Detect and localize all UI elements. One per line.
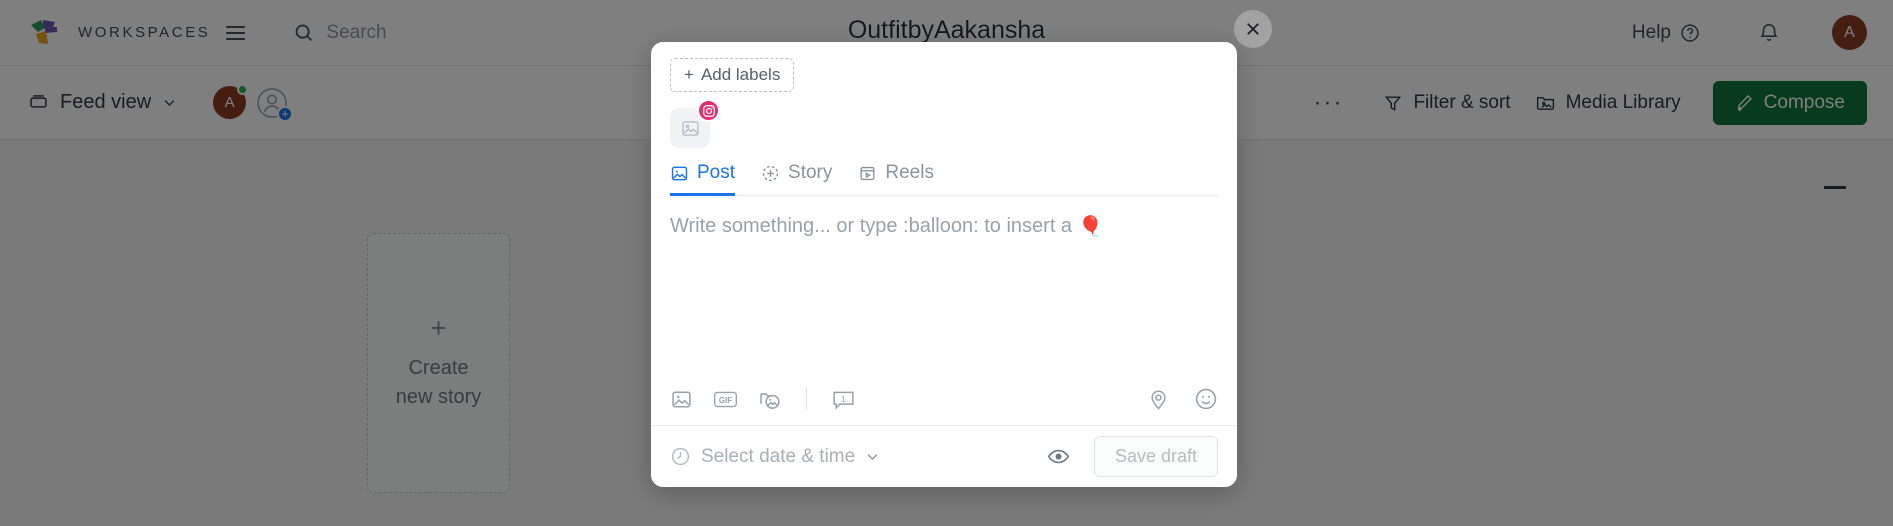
add-labels-label: Add labels [700,65,781,84]
close-icon [1247,23,1259,35]
insert-emoji-button[interactable] [1194,387,1218,411]
composer-placeholder-text: Write something... or type :balloon: to … [670,215,1073,237]
schedule-date-time-selector[interactable]: Select date & time [670,446,880,468]
post-image-icon [671,166,688,180]
svg-text:GIF: GIF [719,396,732,405]
composer-placeholder-row: Write something... or type :balloon: to … [670,214,1218,239]
insert-from-media-library-button[interactable] [758,388,782,411]
gif-icon: GIF [714,391,737,407]
reels-icon [860,166,875,180]
composer-modal: + Add labels Post Story Reels Write some… [651,42,1237,487]
note-badge-icon: 1 [833,391,854,410]
tab-story-label: Story [788,162,833,183]
add-location-button[interactable] [1147,388,1170,411]
emoji-smiley-icon [1195,388,1217,410]
composer-tabs: Post Story Reels [670,162,1218,196]
close-modal-button[interactable] [1234,10,1272,48]
modal-profile-title: OutfitbyAakansha [847,16,1046,44]
clock-icon [671,447,690,466]
preview-button[interactable] [1047,445,1070,468]
tab-post[interactable]: Post [670,162,736,196]
media-library-icon [760,392,780,409]
selected-profile-chip[interactable] [670,99,720,148]
location-pin-icon [1151,390,1166,410]
app-root: WORKSPACES Search Help [0,0,1893,526]
image-placeholder-icon [681,120,699,136]
add-labels-plus-icon: + [684,65,694,84]
selected-profiles-row [670,99,1237,148]
balloon-emoji: 🎈 [1078,216,1103,238]
tab-reels[interactable]: Reels [858,162,934,196]
tab-story[interactable]: Story [761,162,832,196]
instagram-icon [702,104,715,117]
instagram-badge [697,99,720,122]
tab-post-label: Post [697,162,736,183]
insert-gif-button[interactable]: GIF [713,388,738,411]
composer-footer-actions: Save draft [1047,436,1218,477]
note-count-text: 1 [841,393,846,403]
composer-footer: Select date & time Save draft [651,425,1237,487]
schedule-label: Select date & time [701,445,856,467]
internal-note-button[interactable]: 1 [831,388,856,411]
composer-text-editor[interactable]: Write something... or type :balloon: to … [670,196,1218,387]
chevron-down-icon [867,454,878,460]
add-labels-button[interactable]: + Add labels [670,58,795,92]
save-draft-button[interactable]: Save draft [1093,436,1218,477]
image-icon [672,390,691,408]
composer-toolbar: GIF 1 [651,387,1237,425]
tab-reels-label: Reels [885,162,934,183]
insert-image-button[interactable] [670,388,693,411]
eye-icon [1047,449,1070,464]
story-plus-icon [762,165,779,181]
toolbar-divider [806,388,807,410]
composer-toolbar-right [1147,387,1218,411]
